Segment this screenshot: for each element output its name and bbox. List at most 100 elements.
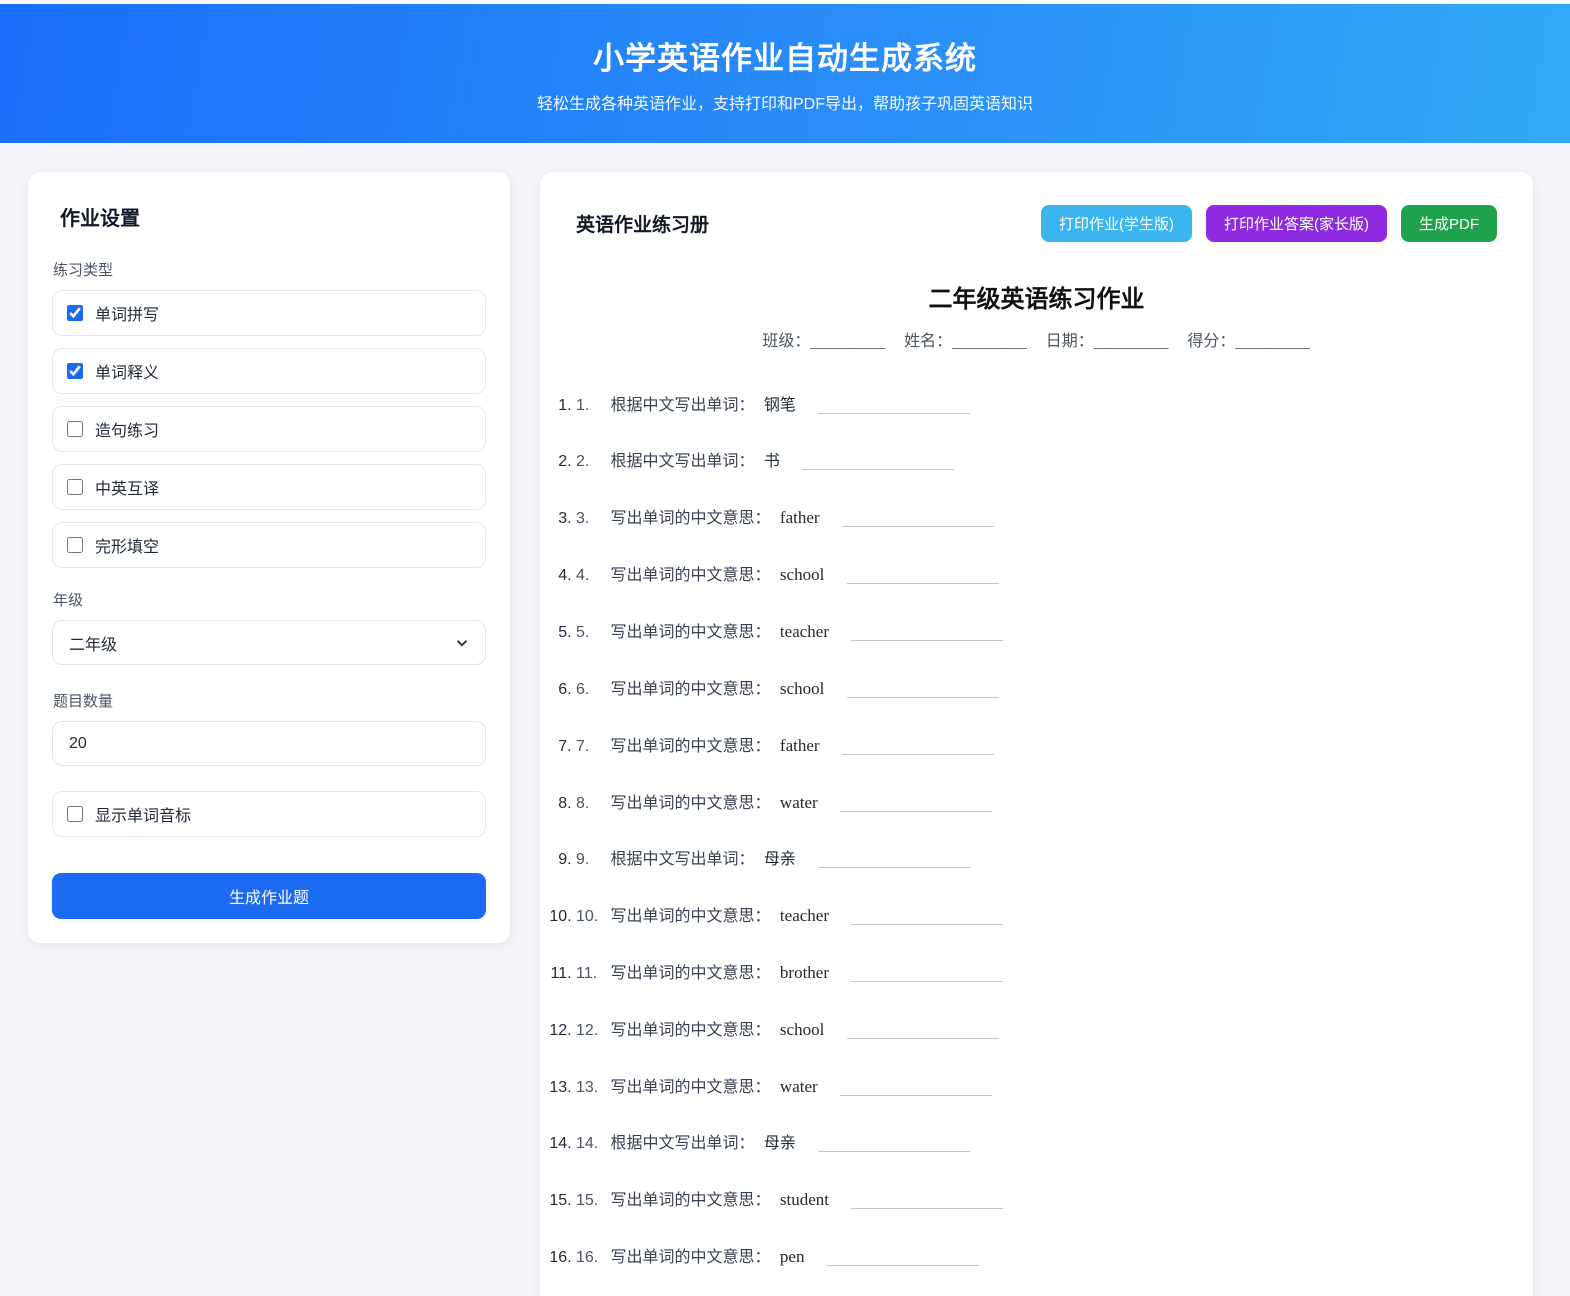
meta-item: 姓名：________ bbox=[904, 333, 1027, 350]
question-prompt: 写出单词的中文意思： bbox=[610, 1192, 770, 1209]
question-row: 9. 根据中文写出单词： 母亲 bbox=[576, 848, 1497, 872]
exercise-type-option[interactable]: 中英互译 bbox=[52, 464, 486, 510]
question-number: 12. bbox=[576, 1019, 606, 1043]
question-prompt: 根据中文写出单词： bbox=[610, 453, 754, 470]
question-answer-blank bbox=[840, 794, 992, 812]
question-answer-blank bbox=[818, 850, 970, 868]
question-word: 母亲 bbox=[764, 851, 796, 868]
question-prompt: 写出单词的中文意思： bbox=[610, 624, 770, 641]
question-row: 14. 根据中文写出单词： 母亲 bbox=[576, 1132, 1497, 1156]
main-content: 作业设置 练习类型 单词拼写 单词释义 造句练习 bbox=[0, 143, 1570, 1296]
question-word: teacher bbox=[780, 906, 829, 925]
question-word: brother bbox=[780, 963, 829, 982]
question-answer-blank bbox=[851, 907, 1003, 925]
question-prompt: 根据中文写出单词： bbox=[610, 851, 754, 868]
question-word: 母亲 bbox=[764, 1135, 796, 1152]
exercise-type-option[interactable]: 单词释义 bbox=[52, 348, 486, 394]
phonetic-option-label: 显示单词音标 bbox=[95, 802, 191, 826]
question-prompt: 写出单词的中文意思： bbox=[610, 1249, 770, 1266]
app-subtitle: 轻松生成各种英语作业，支持打印和PDF导出，帮助孩子巩固英语知识 bbox=[537, 90, 1033, 114]
print-student-button[interactable]: 打印作业(学生版) bbox=[1041, 205, 1192, 242]
question-word: pen bbox=[780, 1247, 805, 1266]
meta-label: 姓名： bbox=[904, 333, 952, 350]
question-row: 16. 写出单词的中文意思： pen bbox=[576, 1245, 1497, 1270]
question-answer-blank bbox=[842, 737, 994, 755]
question-prompt: 写出单词的中文意思： bbox=[610, 681, 770, 698]
workbook-header: 英语作业练习册 打印作业(学生版) 打印作业答案(家长版) 生成PDF bbox=[576, 205, 1497, 242]
question-number: 7. bbox=[576, 735, 606, 759]
question-answer-blank bbox=[847, 680, 999, 698]
question-row: 2. 根据中文写出单词： 书 bbox=[576, 450, 1497, 474]
settings-title: 作业设置 bbox=[60, 202, 486, 231]
phonetic-option[interactable]: 显示单词音标 bbox=[52, 791, 486, 837]
grade-select[interactable]: 二年级 bbox=[52, 620, 486, 665]
exercise-type-checkbox[interactable] bbox=[67, 479, 83, 495]
question-row: 1. 根据中文写出单词： 钢笔 bbox=[576, 394, 1497, 418]
question-row: 6. 写出单词的中文意思： school bbox=[576, 677, 1497, 702]
question-word: student bbox=[780, 1190, 829, 1209]
sheet-title: 二年级英语练习作业 bbox=[576, 279, 1497, 314]
question-prompt: 写出单词的中文意思： bbox=[610, 567, 770, 584]
question-prompt: 写出单词的中文意思： bbox=[610, 510, 770, 527]
question-word: school bbox=[780, 679, 824, 698]
print-answers-button[interactable]: 打印作业答案(家长版) bbox=[1206, 205, 1387, 242]
question-list: 1. 根据中文写出单词： 钢笔 2. 根据中文写出单词： 书 3. 写出单词的中… bbox=[576, 394, 1497, 1296]
meta-blank: ________ bbox=[810, 333, 885, 350]
generate-pdf-button[interactable]: 生成PDF bbox=[1401, 205, 1497, 242]
question-word: school bbox=[780, 1020, 824, 1039]
exercise-type-checkbox[interactable] bbox=[67, 363, 83, 379]
meta-item: 得分：________ bbox=[1187, 333, 1310, 350]
question-answer-blank bbox=[818, 1134, 970, 1152]
exercise-type-option-label: 单词拼写 bbox=[95, 301, 159, 325]
question-word: school bbox=[780, 565, 824, 584]
meta-blank: ________ bbox=[1094, 333, 1169, 350]
question-prompt: 写出单词的中文意思： bbox=[610, 1079, 770, 1096]
sheet-meta: 班级：________ 姓名：________ 日期：________ 得分：_… bbox=[576, 327, 1497, 351]
exercise-type-list: 单词拼写 单词释义 造句练习 中英互译 bbox=[52, 290, 486, 568]
grade-label: 年级 bbox=[53, 589, 486, 610]
generate-homework-button[interactable]: 生成作业题 bbox=[52, 873, 486, 919]
question-prompt: 写出单词的中文意思： bbox=[610, 738, 770, 755]
exercise-type-option-label: 造句练习 bbox=[95, 417, 159, 441]
exercise-type-option[interactable]: 造句练习 bbox=[52, 406, 486, 452]
exercise-type-checkbox[interactable] bbox=[67, 537, 83, 553]
question-word: water bbox=[780, 1077, 818, 1096]
question-answer-blank bbox=[851, 623, 1003, 641]
question-number: 6. bbox=[576, 678, 606, 702]
question-word: father bbox=[780, 736, 820, 755]
question-number: 8. bbox=[576, 792, 606, 816]
question-row: 5. 写出单词的中文意思： teacher bbox=[576, 620, 1497, 645]
exercise-type-option[interactable]: 完形填空 bbox=[52, 522, 486, 568]
question-number: 14. bbox=[576, 1132, 606, 1156]
question-prompt: 根据中文写出单词： bbox=[610, 397, 754, 414]
question-row: 11. 写出单词的中文意思： brother bbox=[576, 961, 1497, 986]
meta-label: 日期： bbox=[1046, 333, 1094, 350]
question-prompt: 写出单词的中文意思： bbox=[610, 795, 770, 812]
question-row: 12. 写出单词的中文意思： school bbox=[576, 1018, 1497, 1043]
question-answer-blank bbox=[842, 509, 994, 527]
meta-item: 班级：________ bbox=[762, 333, 885, 350]
exercise-type-checkbox[interactable] bbox=[67, 305, 83, 321]
question-count-input[interactable] bbox=[52, 721, 486, 766]
phonetic-checkbox[interactable] bbox=[67, 806, 83, 822]
exercise-type-checkbox[interactable] bbox=[67, 421, 83, 437]
question-answer-blank bbox=[847, 566, 999, 584]
question-number: 4. bbox=[576, 564, 606, 588]
question-number: 9. bbox=[576, 848, 606, 872]
question-answer-blank bbox=[851, 964, 1003, 982]
chevron-down-icon bbox=[455, 636, 469, 650]
exercise-type-option[interactable]: 单词拼写 bbox=[52, 290, 486, 336]
question-row: 3. 写出单词的中文意思： father bbox=[576, 506, 1497, 531]
question-word: teacher bbox=[780, 622, 829, 641]
question-row: 7. 写出单词的中文意思： father bbox=[576, 734, 1497, 759]
exercise-type-option-label: 完形填空 bbox=[95, 533, 159, 557]
question-prompt: 根据中文写出单词： bbox=[610, 1135, 754, 1152]
question-answer-blank bbox=[827, 1248, 979, 1266]
question-answer-blank bbox=[840, 1078, 992, 1096]
question-row: 15. 写出单词的中文意思： student bbox=[576, 1188, 1497, 1213]
app-header: 小学英语作业自动生成系统 轻松生成各种英语作业，支持打印和PDF导出，帮助孩子巩… bbox=[0, 4, 1570, 143]
question-number: 1. bbox=[576, 394, 606, 418]
question-row: 13. 写出单词的中文意思： water bbox=[576, 1075, 1497, 1100]
question-number: 16. bbox=[576, 1246, 606, 1270]
question-number: 5. bbox=[576, 621, 606, 645]
